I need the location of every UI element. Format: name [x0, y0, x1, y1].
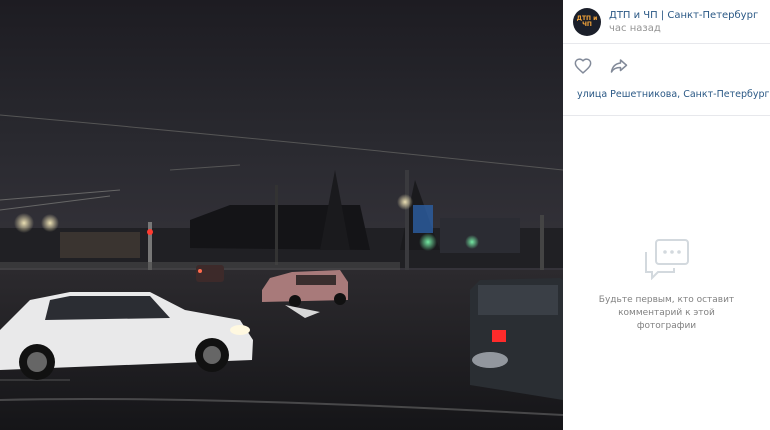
post-actions: [563, 44, 770, 88]
group-name-link[interactable]: ДТП и ЧП | Санкт-Петербург | Питер Онлай…: [609, 9, 762, 22]
avatar-logo-text: ДТП и ЧП: [576, 14, 598, 28]
group-avatar[interactable]: ДТП и ЧП: [573, 7, 601, 36]
post-photo[interactable]: [0, 0, 563, 430]
location-link[interactable]: улица Решетникова, Санкт-Петербург: [577, 89, 769, 100]
share-icon: [610, 59, 628, 73]
divider: [563, 115, 770, 116]
location-row[interactable]: улица Решетникова, Санкт-Петербург: [563, 84, 770, 104]
heart-icon: [574, 58, 592, 74]
post-sidebar: ДТП и ЧП ДТП и ЧП | Санкт-Петербург | Пи…: [563, 0, 770, 430]
comments-empty-text: Будьте первым, кто оставит комментарий к…: [598, 295, 735, 331]
share-button[interactable]: [609, 56, 629, 76]
comments-empty-state: Будьте первым, кто оставит комментарий к…: [563, 238, 770, 333]
comments-icon: [644, 239, 689, 281]
post-time[interactable]: час назад: [609, 22, 762, 35]
like-button[interactable]: [573, 56, 593, 76]
post-header: ДТП и ЧП ДТП и ЧП | Санкт-Петербург | Пи…: [563, 0, 770, 44]
